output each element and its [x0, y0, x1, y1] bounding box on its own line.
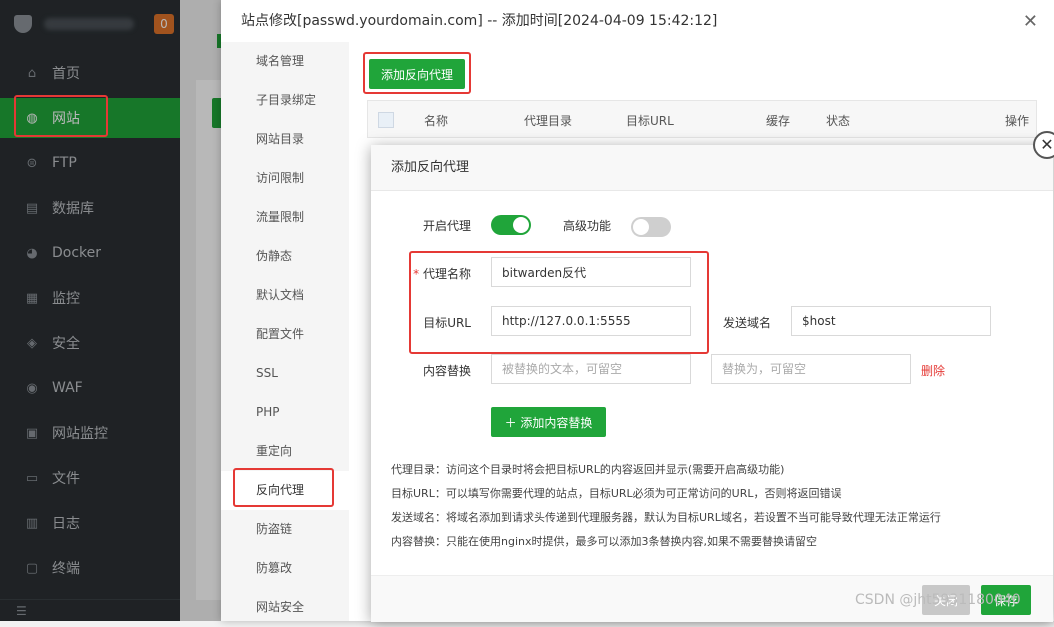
proxy-table-header: 名称 代理目录 目标URL 缓存 状态 操作	[367, 100, 1037, 138]
tab-12[interactable]: 防盗链	[221, 510, 349, 549]
replace-from-input[interactable]	[491, 354, 691, 384]
annotation-box-add-proxy	[363, 52, 471, 94]
tab-8[interactable]: SSL	[221, 354, 349, 393]
help-send-domain: 发送域名：将域名添加到请求头传递到代理服务器，默认为目标URL域名，若设置不当可…	[391, 511, 941, 524]
select-all-checkbox[interactable]	[378, 112, 394, 128]
tab-2[interactable]: 网站目录	[221, 120, 349, 159]
col-actions: 操作	[1005, 114, 1030, 128]
modal-title: 添加反向代理	[371, 145, 1053, 191]
help-proxy-dir: 代理目录：访问这个目录时将会把目标URL的内容返回并显示(需要开启高级功能)	[391, 463, 785, 476]
annotation-box-proxy-fields	[409, 251, 709, 354]
advanced-label: 高级功能	[562, 219, 611, 233]
col-name: 名称	[424, 114, 449, 128]
tab-9[interactable]: PHP	[221, 393, 349, 432]
col-target-url: 目标URL	[626, 114, 674, 128]
tab-14[interactable]: 网站安全	[221, 588, 349, 627]
settings-tabs: 域名管理 子目录绑定 网站目录 访问限制 流量限制 伪静态 默认文档 配置文件 SSL PHP 重定…	[221, 42, 349, 621]
tab-6[interactable]: 默认文档	[221, 276, 349, 315]
replace-to-input[interactable]	[711, 354, 911, 384]
close-icon[interactable]: ✕	[1023, 11, 1038, 32]
tab-13[interactable]: 防篡改	[221, 549, 349, 588]
toggle-knob	[513, 217, 529, 233]
col-cache: 缓存	[766, 114, 791, 128]
tab-0[interactable]: 域名管理	[221, 42, 349, 81]
modal-close-icon[interactable]: ✕	[1033, 131, 1054, 159]
add-content-replace-button[interactable]: ＋ 添加内容替换	[491, 407, 606, 437]
col-status: 状态	[826, 114, 851, 128]
send-domain-input[interactable]	[791, 306, 991, 336]
toggle-knob	[633, 219, 649, 235]
annotation-box-website	[14, 95, 108, 137]
send-domain-label: 发送域名	[722, 316, 771, 330]
tab-3[interactable]: 访问限制	[221, 159, 349, 198]
watermark: CSDN @jht5931180040	[855, 592, 1021, 608]
enable-proxy-toggle[interactable]	[491, 215, 531, 235]
tab-7[interactable]: 配置文件	[221, 315, 349, 354]
delete-replace-link[interactable]: 删除	[921, 362, 945, 379]
tab-4[interactable]: 流量限制	[221, 198, 349, 237]
help-content-replace: 内容替换：只能在使用nginx时提供，最多可以添加3条替换内容,如果不需要替换请…	[391, 535, 817, 548]
annotation-box-proxy-tab	[233, 468, 334, 507]
tab-1[interactable]: 子目录绑定	[221, 81, 349, 120]
help-target-url: 目标URL：可以填写你需要代理的站点，目标URL必须为可正常访问的URL，否则将…	[391, 487, 842, 500]
dialog-title: 站点修改[passwd.yourdomain.com] -- 添加时间[2024…	[241, 13, 718, 29]
enable-proxy-label: 开启代理	[422, 219, 471, 233]
advanced-toggle[interactable]	[631, 217, 671, 237]
tab-10[interactable]: 重定向	[221, 432, 349, 471]
add-proxy-modal: 添加反向代理 开启代理 高级功能 * 代理名称 目标URL 发送域名 内容替换 …	[371, 145, 1053, 622]
content-replace-label: 内容替换	[422, 364, 471, 378]
tab-5[interactable]: 伪静态	[221, 237, 349, 276]
col-proxy-dir: 代理目录	[524, 114, 573, 128]
